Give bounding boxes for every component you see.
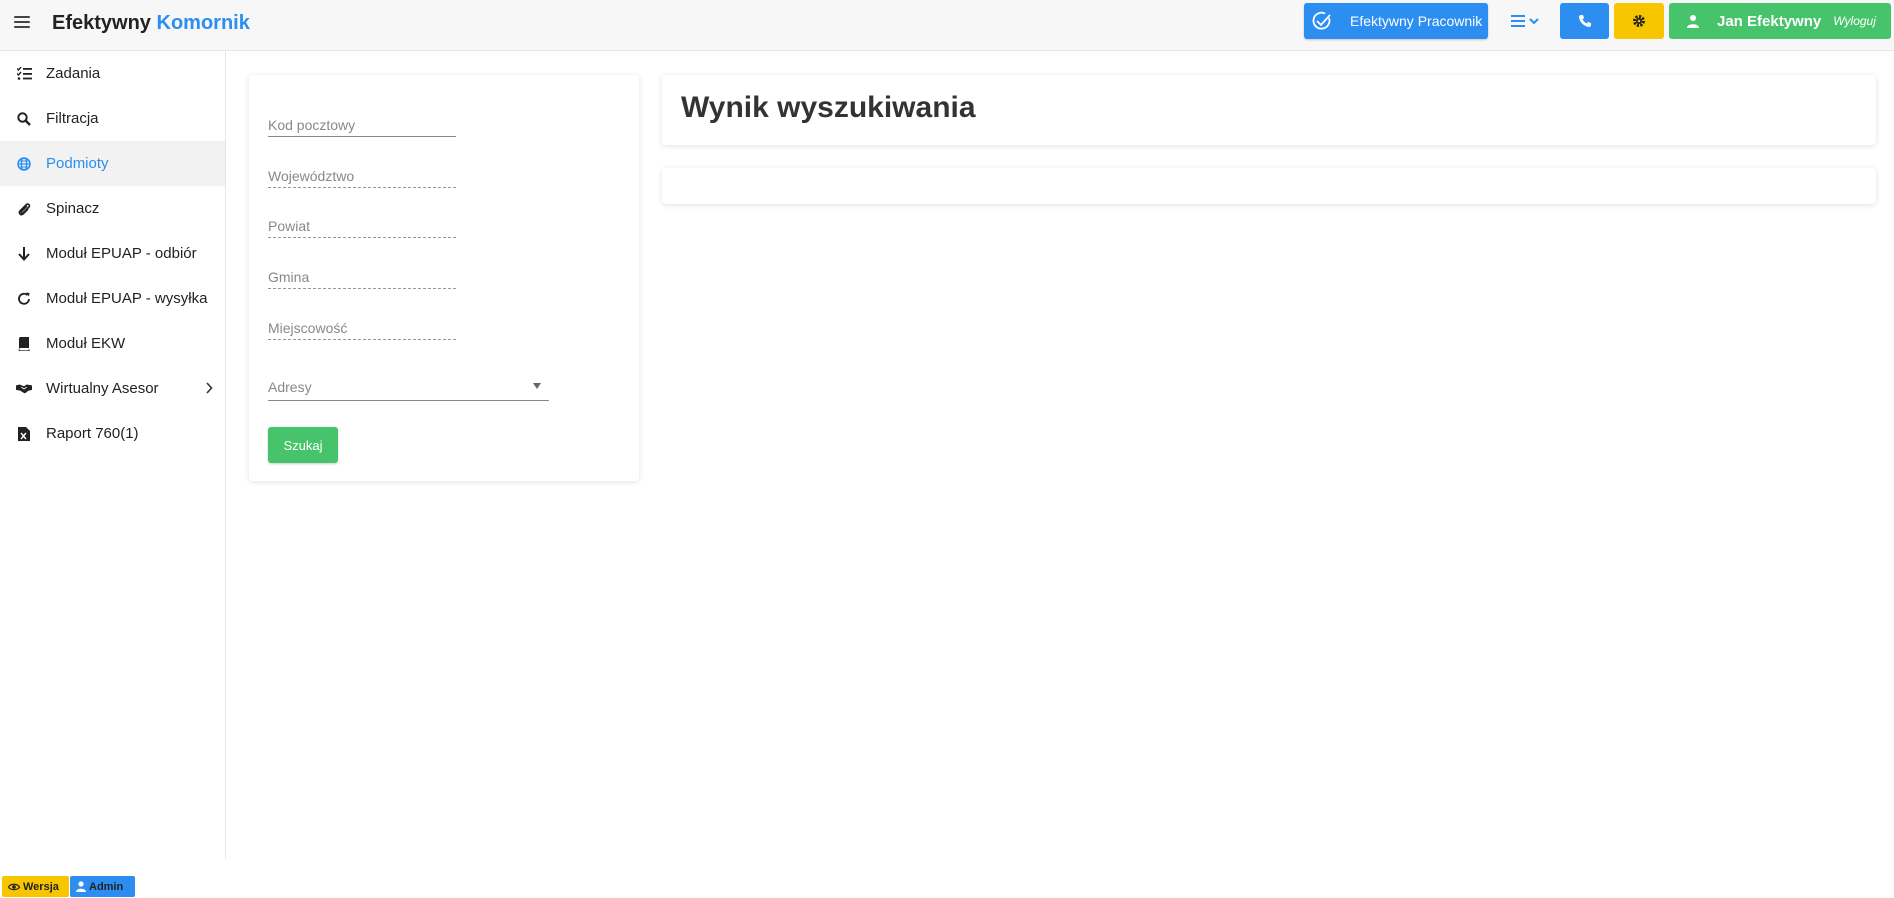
caret-down-icon xyxy=(533,383,541,389)
list-menu-icon xyxy=(1511,15,1525,27)
brand-main: Efektywny xyxy=(52,12,151,34)
powiat-field[interactable] xyxy=(268,216,456,238)
sidebar-nav: Zadania Filtracja Podmioty Spinacz Moduł… xyxy=(0,51,226,859)
user-icon xyxy=(76,881,86,892)
phone-button[interactable] xyxy=(1560,3,1609,39)
efektywny-pracownik-button[interactable]: Efektywny Pracownik xyxy=(1304,3,1488,39)
sidebar-item-label: Raport 760(1) xyxy=(46,425,139,442)
sidebar-item-wirtualny-asesor[interactable]: Wirtualny Asesor xyxy=(0,366,225,411)
eye-icon xyxy=(8,883,20,890)
sidebar-item-label: Zadania xyxy=(46,65,101,82)
search-form-card: Adresy Szukaj xyxy=(249,75,639,481)
sidebar-item-zadania[interactable]: Zadania xyxy=(0,51,225,96)
admin-badge[interactable]: Admin xyxy=(70,876,135,897)
miejscowosc-input[interactable] xyxy=(268,320,456,336)
excel-file-icon xyxy=(16,426,32,442)
logout-link[interactable]: Wyloguj xyxy=(1833,14,1876,28)
gmina-input[interactable] xyxy=(268,269,456,285)
sidebar-item-label: Moduł EKW xyxy=(46,335,126,352)
sidebar-item-label: Wirtualny Asesor xyxy=(46,380,159,397)
results-title: Wynik wyszukiwania xyxy=(681,91,976,124)
handshake-icon xyxy=(16,381,32,397)
sidebar-item-podmioty[interactable]: Podmioty xyxy=(0,141,225,186)
sidebar-item-raport[interactable]: Raport 760(1) xyxy=(0,411,225,456)
refresh-icon xyxy=(16,291,32,307)
check-circle-icon xyxy=(1304,3,1340,39)
sidebar-item-label: Spinacz xyxy=(46,200,100,217)
main-menu-dropdown[interactable] xyxy=(1500,3,1550,39)
chevron-right-icon xyxy=(205,381,213,398)
sidebar-item-label: Filtracja xyxy=(46,110,99,127)
sidebar-item-label: Moduł EPUAP - wysyłka xyxy=(46,290,208,307)
sidebar-item-epuap-wysylka[interactable]: Moduł EPUAP - wysyłka xyxy=(0,276,225,321)
wojewodztwo-field[interactable] xyxy=(268,166,456,188)
book-icon xyxy=(16,336,32,352)
results-header-card: Wynik wyszukiwania xyxy=(662,75,1876,145)
user-icon xyxy=(1669,14,1717,28)
search-button[interactable]: Szukaj xyxy=(268,427,338,463)
arrow-down-icon xyxy=(16,246,32,262)
pracownik-label: Efektywny Pracownik xyxy=(1350,13,1483,29)
sidebar-item-epuap-odbior[interactable]: Moduł EPUAP - odbiór xyxy=(0,231,225,276)
search-icon xyxy=(16,111,32,127)
kod-pocztowy-field[interactable] xyxy=(268,115,456,137)
sidebar-item-spinacz[interactable]: Spinacz xyxy=(0,186,225,231)
phone-icon xyxy=(1578,15,1591,27)
adresy-select[interactable]: Adresy xyxy=(268,375,549,401)
sidebar-item-label: Moduł EPUAP - odbiór xyxy=(46,245,197,262)
app-brand[interactable]: Efektywny Komornik xyxy=(52,12,250,35)
adresy-label: Adresy xyxy=(268,379,312,395)
sidebar-item-label: Podmioty xyxy=(46,155,109,172)
brand-accent: Komornik xyxy=(156,12,250,34)
miejscowosc-field[interactable] xyxy=(268,318,456,340)
paperclip-icon xyxy=(16,201,32,217)
gmina-field[interactable] xyxy=(268,267,456,289)
globe-icon xyxy=(16,156,32,172)
top-header: Efektywny Komornik Efektywny Pracownik J… xyxy=(0,0,1894,51)
wojewodztwo-input[interactable] xyxy=(268,168,456,184)
user-name: Jan Efektywny xyxy=(1717,12,1822,30)
sidebar-item-ekw[interactable]: Moduł EKW xyxy=(0,321,225,366)
version-badge[interactable]: Wersja xyxy=(2,876,69,897)
admin-label: Admin xyxy=(89,880,124,893)
chevron-down-icon xyxy=(1529,18,1539,25)
settings-button[interactable] xyxy=(1614,3,1664,39)
results-body-card xyxy=(662,168,1876,204)
gear-icon xyxy=(1633,15,1645,27)
version-label: Wersja xyxy=(23,880,59,893)
sidebar-item-filtracja[interactable]: Filtracja xyxy=(0,96,225,141)
task-list-icon xyxy=(16,66,32,82)
hamburger-menu-icon[interactable] xyxy=(14,16,30,30)
user-account-button[interactable]: Jan Efektywny Wyloguj xyxy=(1669,3,1891,39)
powiat-input[interactable] xyxy=(268,218,456,234)
kod-pocztowy-input[interactable] xyxy=(268,117,456,133)
